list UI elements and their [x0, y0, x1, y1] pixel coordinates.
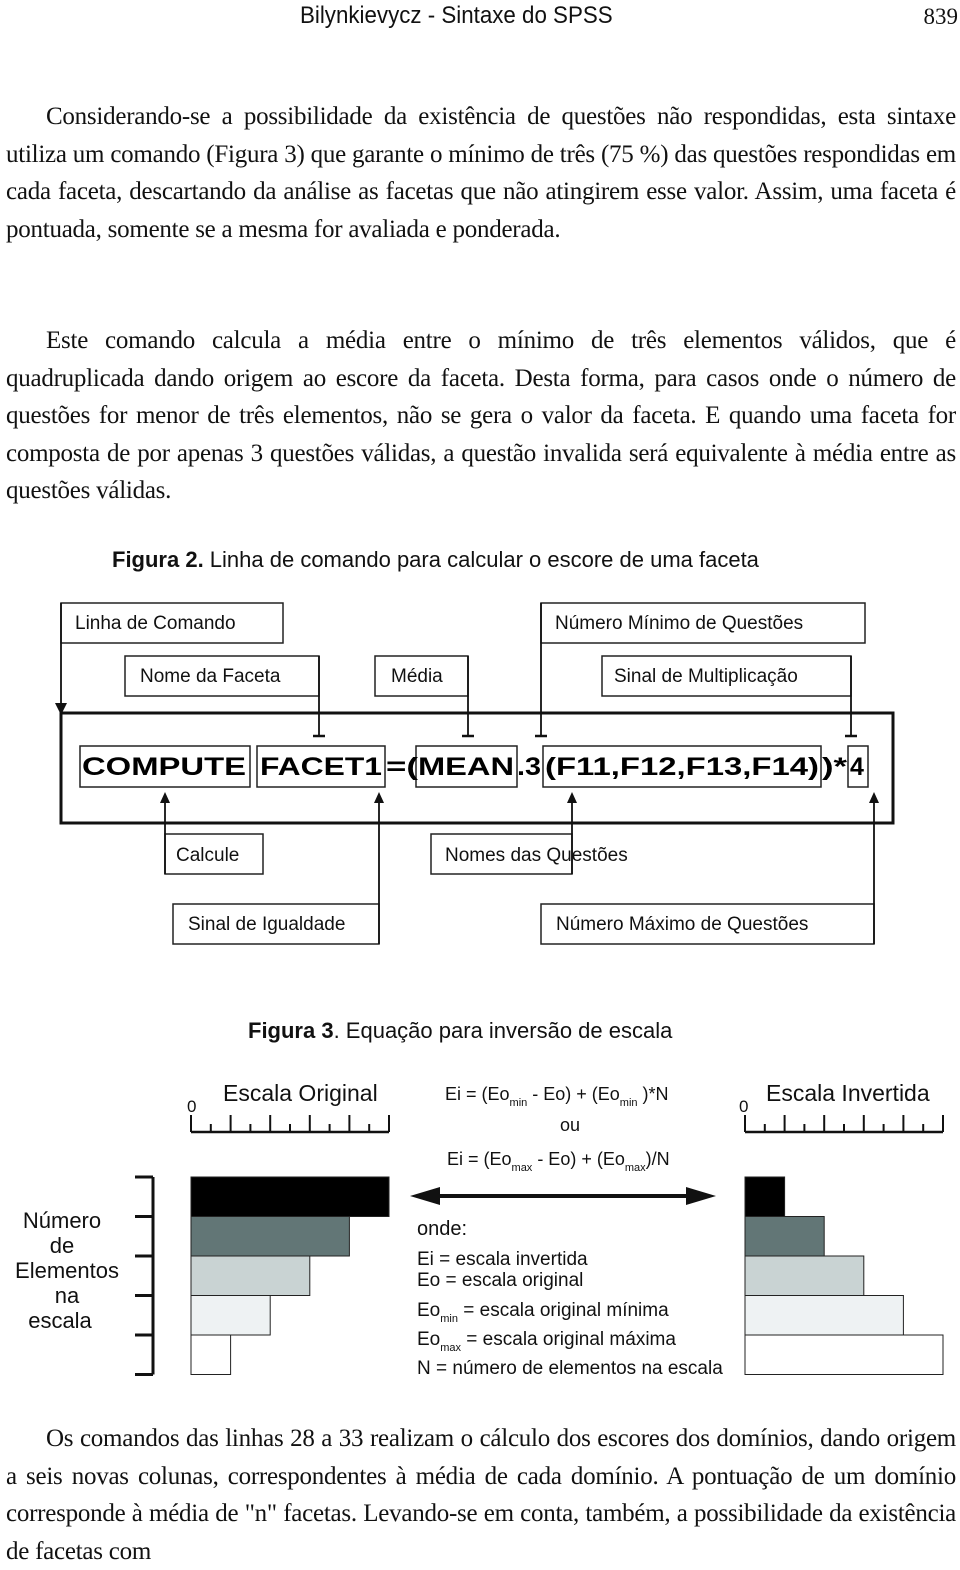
left-scale-title: Escala Original — [223, 1080, 378, 1106]
legend-item: Eo = escala original — [417, 1270, 583, 1291]
arrow-up-icon — [160, 792, 170, 803]
running-title: Bilynkievycz - Sintaxe do SPSS — [300, 2, 613, 29]
label-sinal-multiplicacao: Sinal de Multiplicação — [614, 666, 798, 687]
label-linha-de-comando: Linha de Comando — [75, 613, 236, 634]
equation-1: Ei = (Eomin - Eo) + (Eomin )*N — [445, 1084, 669, 1109]
left-scale-zero: 0 — [187, 1097, 196, 1116]
label-numero-maximo: Número Máximo de Questões — [556, 914, 808, 935]
y-label-line: na — [55, 1283, 80, 1308]
y-label-line: Número — [23, 1208, 101, 1233]
figure-2-caption: Figura 2. Linha de comando para calcular… — [112, 547, 759, 573]
y-label-line: Elementos — [15, 1258, 119, 1283]
page-header: Bilynkievycz - Sintaxe do SPSS 839 — [0, 0, 960, 34]
command-mean: MEAN — [418, 753, 514, 781]
figure-3-caption-label: Figura 3 — [248, 1018, 334, 1043]
command-min-count: .3 — [517, 753, 541, 781]
legend-item: Eomin = escala original mínima — [417, 1300, 669, 1325]
arrow-up-icon — [374, 792, 384, 803]
arrow-up-icon — [567, 792, 577, 803]
right-scale-title: Escala Invertida — [766, 1080, 930, 1106]
paragraph-text: Este comando calcula a média entre o mín… — [6, 327, 956, 504]
scale-bar — [190, 1295, 271, 1336]
legend: Ei = escala invertidaEo = escala origina… — [417, 1249, 723, 1379]
page-number: 839 — [923, 4, 959, 29]
legend-item: Eomax = escala original máxima — [417, 1329, 676, 1354]
figure-3-caption-text: . Equação para inversão de escala — [333, 1018, 673, 1043]
figure-2-caption-label: Figura 2. — [112, 547, 204, 572]
command-args: (F11,F12,F13,F14) — [545, 753, 819, 781]
command-multiplier: 4 — [850, 753, 864, 781]
inverted-scale-bars — [744, 1176, 944, 1375]
command-equals: =( — [386, 753, 419, 781]
legend-item: Ei = escala invertida — [417, 1249, 588, 1270]
equation-2: Ei = (Eomax - Eo) + (Eomax)/N — [447, 1149, 670, 1174]
original-scale-bars — [190, 1176, 390, 1375]
label-nome-da-faceta: Nome da Faceta — [140, 666, 281, 687]
paragraph-1: Considerando-se a possibilidade da exist… — [6, 98, 956, 248]
label-numero-minimo: Número Mínimo de Questões — [555, 613, 803, 634]
y-label-line: escala — [28, 1308, 92, 1333]
paragraph-text: Considerando-se a possibilidade da exist… — [6, 103, 956, 243]
scale-bar — [190, 1216, 350, 1257]
figure-2-caption-text: Linha de comando para calcular o escore … — [203, 547, 759, 572]
paragraph-2: Este comando calcula a média entre o mín… — [6, 322, 956, 510]
legend-title: onde: — [417, 1218, 467, 1240]
scale-bar — [190, 1176, 390, 1217]
paragraph-text: Os comandos das linhas 28 a 33 realizam … — [6, 1425, 956, 1565]
elements-bracket — [135, 1175, 155, 1376]
command-compute: COMPUTE — [82, 753, 246, 781]
right-scale-ruler — [744, 1115, 944, 1134]
equation-or: ou — [560, 1115, 580, 1135]
y-label-line: de — [50, 1233, 74, 1258]
arrow-up-icon — [869, 792, 879, 803]
label-calcule: Calcule — [176, 845, 239, 866]
label-nomes-questoes: Nomes das Questões — [445, 845, 628, 866]
paragraph-3: Os comandos das linhas 28 a 33 realizam … — [6, 1420, 956, 1570]
figure-2-diagram: Linha de Comando Nome da Faceta Média Nú… — [55, 602, 895, 945]
scale-bar — [744, 1216, 825, 1257]
double-arrow-icon — [410, 1187, 716, 1205]
scale-bar — [744, 1295, 904, 1336]
y-axis-label: Número de Elementos na escala — [15, 1208, 119, 1333]
scale-bar — [190, 1255, 311, 1296]
figure-3-diagram: 0 Escala Original 0 Escala Invertida Núm… — [15, 1080, 944, 1379]
right-scale-zero: 0 — [739, 1097, 748, 1116]
label-sinal-igualdade: Sinal de Igualdade — [188, 914, 345, 935]
command-multiply: )* — [822, 753, 847, 781]
scale-bar — [744, 1255, 865, 1296]
figure-3-caption: Figura 3. Equação para inversão de escal… — [248, 1018, 672, 1044]
command-facet: FACET1 — [260, 753, 382, 781]
left-scale-ruler — [190, 1115, 390, 1134]
scale-bar — [744, 1176, 786, 1217]
legend-item: N = número de elementos na escala — [417, 1358, 723, 1379]
scale-bar — [744, 1334, 944, 1375]
scale-bar — [190, 1334, 232, 1375]
label-media: Média — [391, 666, 443, 687]
